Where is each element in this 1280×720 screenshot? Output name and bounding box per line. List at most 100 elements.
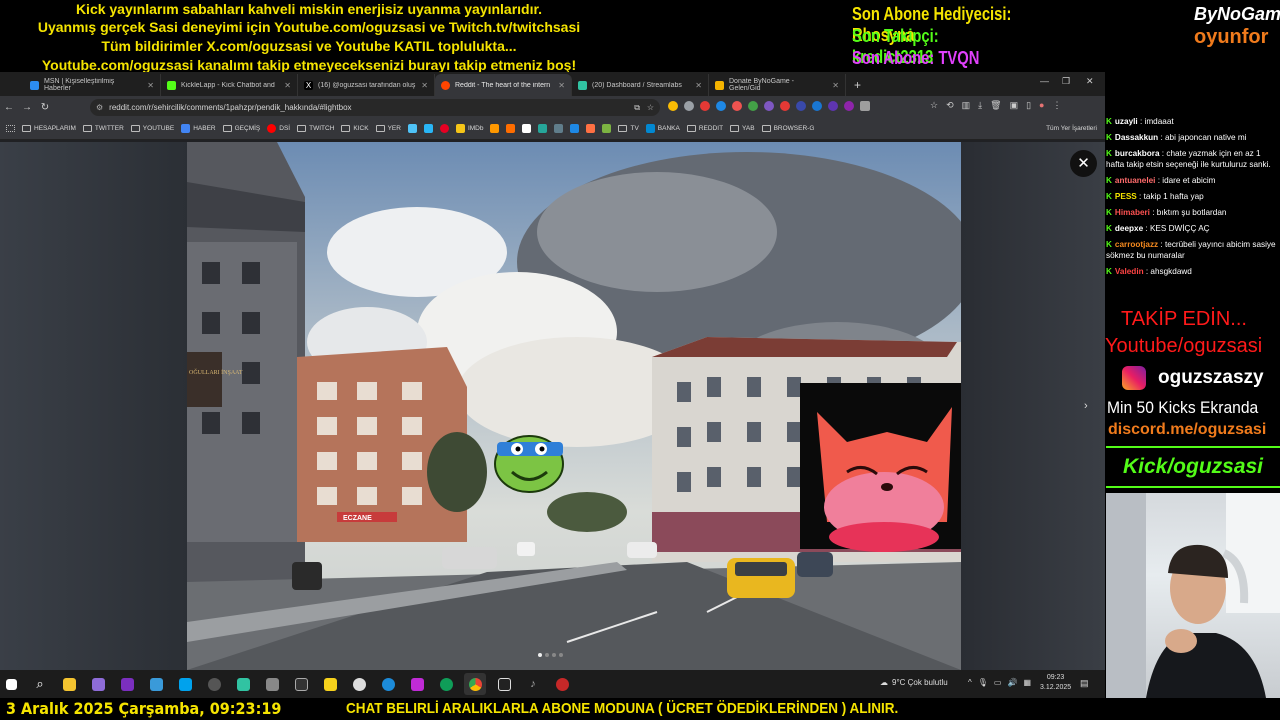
star-icon[interactable]: ☆: [930, 100, 938, 111]
start-button[interactable]: [0, 673, 22, 695]
tab-reddit[interactable]: Reddit - The heart of the intern ✕: [435, 74, 572, 96]
menu-icon[interactable]: ⋮: [1052, 100, 1061, 111]
bookmark-favicon[interactable]: [586, 124, 596, 133]
extension-icon[interactable]: [748, 101, 758, 111]
bookmark-twitch[interactable]: TWITCH: [297, 125, 334, 132]
download-icon[interactable]: ⤓: [978, 100, 982, 111]
back-icon[interactable]: ←: [0, 102, 18, 113]
weather-widget[interactable]: ☁ 9°C Çok bulutlu: [880, 678, 948, 687]
bookmark-yer[interactable]: YER: [375, 125, 401, 132]
bookmark-tv[interactable]: TV: [618, 125, 639, 132]
screenshot-icon[interactable]: ▣: [1010, 100, 1019, 111]
taskbar-app[interactable]: [406, 673, 428, 695]
bookmark-dsi[interactable]: DSİ: [267, 124, 290, 133]
bookmark-yab[interactable]: YAB: [730, 125, 755, 132]
volume-icon[interactable]: 🔊: [1007, 678, 1017, 687]
address-bar[interactable]: ⚙ reddit.com/r/sehircilik/comments/1pahz…: [90, 99, 660, 116]
new-tab-button[interactable]: +: [846, 74, 869, 96]
taskbar-app[interactable]: [174, 673, 196, 695]
pager-dot[interactable]: [559, 653, 563, 657]
extension-icon[interactable]: [812, 101, 822, 111]
history-icon[interactable]: ⟲: [946, 100, 954, 111]
next-image-button[interactable]: ›: [1084, 400, 1088, 412]
pager-dot[interactable]: [545, 653, 549, 657]
taskbar-app[interactable]: [319, 673, 341, 695]
extension-icon[interactable]: [828, 101, 838, 111]
tab-x[interactable]: X (16) @oguzsasi tarafından oluş ✕: [298, 74, 435, 96]
bookmark-kick[interactable]: KICK: [341, 125, 369, 132]
extension-icon[interactable]: [764, 101, 774, 111]
bookmark-browser-g[interactable]: BROWSER-G: [761, 125, 814, 132]
taskbar-app[interactable]: [290, 673, 312, 695]
bookmark-haber[interactable]: HABER: [181, 124, 216, 133]
extensions-puzzle-icon[interactable]: [860, 101, 870, 111]
delete-icon[interactable]: 🗑: [990, 100, 1001, 111]
bookmark-star-icon[interactable]: ☆: [647, 103, 654, 112]
extension-icon[interactable]: [684, 101, 694, 111]
taskbar-app[interactable]: [348, 673, 370, 695]
taskbar-chrome[interactable]: [464, 673, 486, 695]
search-button[interactable]: ⌕: [29, 673, 51, 695]
pager-dot[interactable]: [538, 653, 542, 657]
bookmark-favicon[interactable]: [554, 124, 564, 133]
bookmark-favicon[interactable]: [407, 124, 417, 133]
bookmark-imdb[interactable]: IMDb: [455, 124, 483, 133]
taskbar-clock[interactable]: 09:23 3.12.2025: [1040, 673, 1071, 693]
extension-icon[interactable]: [668, 101, 678, 111]
pinterest-icon[interactable]: [439, 124, 449, 133]
chevron-up-icon[interactable]: ^: [968, 678, 972, 687]
close-tab-icon[interactable]: ✕: [147, 81, 154, 90]
profile-avatar[interactable]: ●: [1039, 100, 1044, 111]
network-icon[interactable]: ▦: [1023, 678, 1031, 687]
bookmark-favicon[interactable]: [506, 124, 516, 133]
bookmark-favicon[interactable]: [602, 124, 612, 133]
bookmark-favicon[interactable]: [490, 124, 500, 133]
taskbar-app[interactable]: [435, 673, 457, 695]
bookmark-favicon[interactable]: [538, 124, 548, 133]
bookmarks-icon[interactable]: ▥: [962, 100, 971, 111]
maximize-icon[interactable]: ❐: [1062, 76, 1070, 87]
extension-icon[interactable]: [796, 101, 806, 111]
tab-kicklet[interactable]: KickleLapp - Kick Chatbot and ✕: [161, 74, 298, 96]
site-info-icon[interactable]: ⚙: [96, 103, 103, 112]
taskbar-app[interactable]: [116, 673, 138, 695]
bookmark-favicon[interactable]: [570, 124, 580, 133]
bookmark-reddit[interactable]: REDDIT: [686, 125, 723, 132]
install-icon[interactable]: ⧉: [634, 103, 640, 113]
extension-icon[interactable]: [732, 101, 742, 111]
forward-icon[interactable]: →: [18, 102, 36, 113]
bookmark-youtube[interactable]: YOUTUBE: [130, 125, 174, 132]
apps-grid-icon[interactable]: [6, 125, 15, 132]
close-window-icon[interactable]: ✕: [1086, 76, 1094, 87]
bookmark-banka[interactable]: BANKA: [645, 124, 680, 133]
minimize-icon[interactable]: —: [1040, 76, 1049, 86]
bookmark-favicon[interactable]: [522, 124, 532, 133]
sidebar-icon[interactable]: ▯: [1026, 100, 1031, 111]
reload-icon[interactable]: ↻: [36, 102, 54, 113]
bookmark-hesaplarim[interactable]: HESAPLARIM: [22, 125, 76, 132]
pager-dot[interactable]: [552, 653, 556, 657]
close-tab-icon[interactable]: ✕: [695, 81, 702, 90]
taskbar-app[interactable]: [551, 673, 573, 695]
close-tab-icon[interactable]: ✕: [832, 81, 839, 90]
taskbar-app[interactable]: [261, 673, 283, 695]
close-tab-icon[interactable]: ✕: [558, 81, 565, 90]
taskbar-app[interactable]: [377, 673, 399, 695]
taskbar-app[interactable]: ♪: [522, 673, 544, 695]
taskbar-app[interactable]: [232, 673, 254, 695]
extension-icon[interactable]: [700, 101, 710, 111]
taskbar-app[interactable]: [87, 673, 109, 695]
mic-icon[interactable]: 🎙: [978, 678, 988, 687]
street-photo[interactable]: OĞULLARI İNŞAAT ECZANE: [187, 142, 961, 670]
all-bookmarks[interactable]: Tüm Yer İşaretleri: [1046, 125, 1097, 132]
tab-streamlabs[interactable]: (20) Dashboard / Streamlabs ✕: [572, 74, 709, 96]
extension-icon[interactable]: [844, 101, 854, 111]
taskbar-app[interactable]: [203, 673, 225, 695]
keyboard-icon[interactable]: ▭: [994, 678, 1002, 687]
notification-icon[interactable]: ▤: [1080, 678, 1089, 689]
taskbar-app[interactable]: [145, 673, 167, 695]
bookmark-gecmis[interactable]: GEÇMİŞ: [222, 125, 260, 132]
tab-msn[interactable]: MSN | Kişiselleştirilmiş Haberler ✕: [24, 74, 161, 96]
close-tab-icon[interactable]: ✕: [421, 81, 428, 90]
bookmark-twitter[interactable]: TWITTER: [82, 125, 124, 132]
